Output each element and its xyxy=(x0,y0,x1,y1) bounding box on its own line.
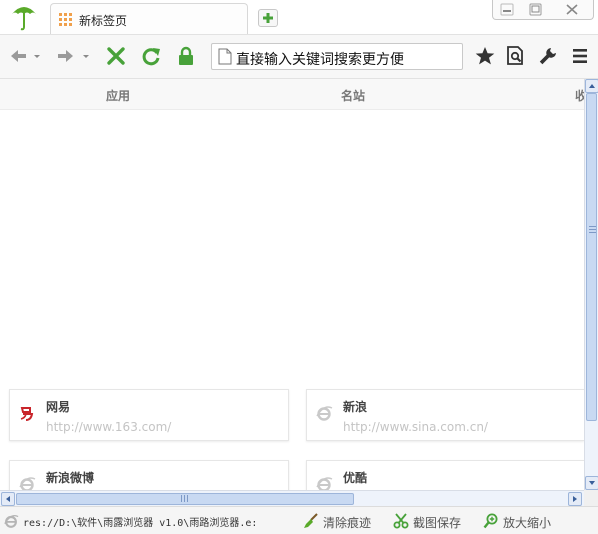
wrench-settings-icon[interactable] xyxy=(537,45,559,67)
menu-icon[interactable] xyxy=(571,45,589,67)
scroll-down-button[interactable] xyxy=(585,476,598,490)
site-url: http://www.sina.com.cn/ xyxy=(343,420,488,434)
status-url: res://D:\软件\雨露浏览器 v1.0\雨路浏览器.e: xyxy=(23,518,258,529)
close-icon xyxy=(566,4,578,15)
clear-history-button[interactable]: 清除痕迹 xyxy=(303,513,377,530)
tab-title: 新标签页 xyxy=(79,14,128,28)
tab-new-tab[interactable]: 新标签页 xyxy=(50,3,248,34)
site-name: 新浪微博 xyxy=(46,471,95,485)
screenshot-button[interactable]: 截图保存 xyxy=(393,513,467,530)
address-text: 直接输入关键词搜索更方便 xyxy=(236,52,404,68)
zoom-button[interactable]: 放大缩小 xyxy=(483,513,557,530)
window-controls xyxy=(492,0,594,20)
screenshot-label: 截图保存 xyxy=(413,516,462,530)
site-card-sina-weibo[interactable]: 新浪微博 xyxy=(9,460,289,490)
netease-icon xyxy=(20,407,34,421)
maximize-icon xyxy=(529,3,542,16)
close-button[interactable] xyxy=(551,0,593,19)
arrow-right-icon xyxy=(573,496,577,502)
minimize-icon xyxy=(500,3,514,16)
scrollbar-corner xyxy=(584,490,598,506)
clear-history-label: 清除痕迹 xyxy=(323,516,372,530)
star-bookmark-icon[interactable] xyxy=(474,45,496,67)
umbrella-logo-icon[interactable] xyxy=(10,2,38,32)
arrow-down-icon xyxy=(589,481,595,485)
grid-icon xyxy=(59,13,72,26)
scroll-left-button[interactable] xyxy=(1,492,15,506)
grip-icon xyxy=(181,495,188,502)
maximize-button[interactable] xyxy=(521,0,549,19)
site-card-sina[interactable]: 新浪 http://www.sina.com.cn/ xyxy=(306,389,584,441)
horizontal-scroll-thumb[interactable] xyxy=(16,493,354,505)
plus-icon xyxy=(263,13,273,23)
status-bar: res://D:\软件\雨露浏览器 v1.0\雨路浏览器.e: 清除痕迹 截图保… xyxy=(0,506,598,534)
newtab-section-header: 应用 名站 收 xyxy=(0,79,587,110)
back-arrow-icon[interactable] xyxy=(8,45,28,67)
refresh-icon[interactable] xyxy=(140,45,162,67)
site-name: 新浪 xyxy=(343,400,368,414)
vertical-scroll-thumb[interactable] xyxy=(586,93,597,421)
scissors-icon xyxy=(393,513,409,529)
grip-icon xyxy=(589,226,596,233)
page-icon xyxy=(218,48,232,65)
back-dropdown-icon[interactable] xyxy=(32,45,42,67)
new-tab-button[interactable] xyxy=(258,9,278,27)
tab-famous-sites[interactable]: 名站 xyxy=(341,87,365,104)
page-search-icon[interactable] xyxy=(505,45,527,67)
zoom-icon xyxy=(483,513,498,529)
tab-apps[interactable]: 应用 xyxy=(106,87,130,104)
site-name: 优酷 xyxy=(343,471,368,485)
site-name: 网易 xyxy=(46,400,71,414)
site-url: http://www.163.com/ xyxy=(46,420,172,434)
site-card-netease[interactable]: 网易 http://www.163.com/ xyxy=(9,389,289,441)
site-card-youku[interactable]: 优酷 xyxy=(306,460,584,490)
scroll-up-button[interactable] xyxy=(585,79,598,93)
vertical-scrollbar[interactable] xyxy=(584,79,598,490)
arrow-up-icon xyxy=(589,84,595,88)
lock-icon[interactable] xyxy=(176,45,196,67)
newtab-content: 网易 http://www.163.com/ 新浪 http://www.sin… xyxy=(0,110,584,490)
broom-icon xyxy=(304,513,318,528)
forward-arrow-icon[interactable] xyxy=(56,45,76,67)
ie-icon xyxy=(19,477,36,490)
horizontal-scrollbar[interactable] xyxy=(0,490,584,506)
ie-status-icon xyxy=(4,515,19,528)
title-bar: 新标签页 xyxy=(0,0,598,34)
navigation-toolbar: 直接输入关键词搜索更方便 xyxy=(0,34,598,79)
zoom-label: 放大缩小 xyxy=(503,516,552,530)
ie-icon xyxy=(316,477,333,490)
address-bar[interactable]: 直接输入关键词搜索更方便 xyxy=(211,43,463,70)
arrow-left-icon xyxy=(6,496,10,502)
minimize-button[interactable] xyxy=(493,0,521,19)
scroll-right-button[interactable] xyxy=(568,492,582,506)
stop-x-icon[interactable] xyxy=(106,45,126,67)
forward-dropdown-icon[interactable] xyxy=(81,45,91,67)
ie-icon xyxy=(316,406,333,421)
